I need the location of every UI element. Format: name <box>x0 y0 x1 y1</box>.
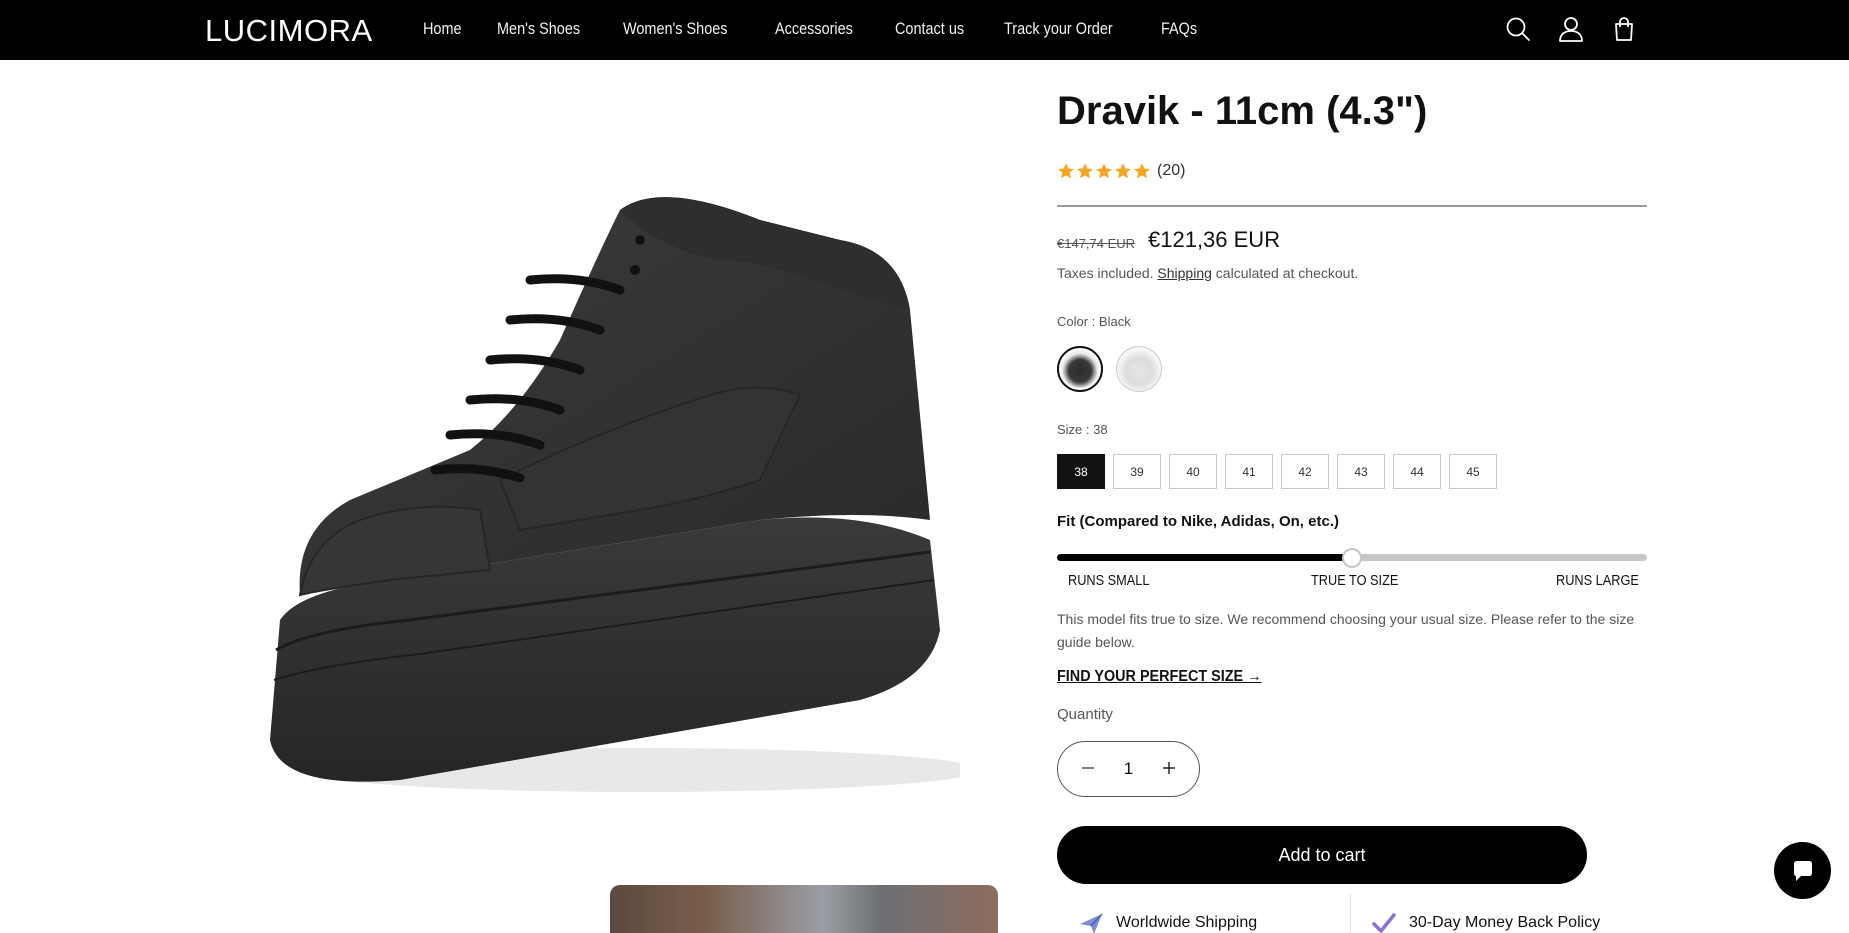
product-rating[interactable]: (20) <box>1057 162 1185 180</box>
fit-label-runs-small: RUNS SMALL <box>1068 572 1150 589</box>
star-icon <box>1058 163 1074 179</box>
perk-shipping: Worldwide Shipping <box>1078 910 1257 933</box>
size-guide-link[interactable]: FIND YOUR PERFECT SIZE → <box>1057 668 1262 686</box>
size-option-41[interactable]: 41 <box>1225 454 1273 489</box>
minus-icon <box>1082 766 1094 769</box>
plane-icon <box>1080 913 1103 933</box>
perk-divider <box>1350 894 1351 933</box>
add-to-cart-button[interactable]: Add to cart <box>1057 826 1587 884</box>
fit-label-runs-large: RUNS LARGE <box>1556 572 1639 589</box>
nav-mens-shoes[interactable]: Men's Shoes <box>497 19 580 39</box>
size-option-42[interactable]: 42 <box>1281 454 1329 489</box>
size-option-39[interactable]: 39 <box>1113 454 1161 489</box>
compare-at-price: €147,74 EUR <box>1057 236 1136 251</box>
quantity-increase-button[interactable] <box>1155 755 1183 783</box>
size-label: Size : 38 <box>1057 422 1108 437</box>
cart-icon[interactable] <box>1610 15 1638 43</box>
quantity-stepper: 1 <box>1057 741 1200 797</box>
tax-suffix: calculated at checkout. <box>1215 265 1359 281</box>
quantity-label: Quantity <box>1057 706 1113 723</box>
size-option-44[interactable]: 44 <box>1393 454 1441 489</box>
product-image[interactable] <box>240 180 980 800</box>
search-icon[interactable] <box>1504 15 1532 43</box>
nav-track-order[interactable]: Track your Order <box>1004 19 1113 39</box>
perk-money-back-label: 30-Day Money Back Policy <box>1409 914 1601 931</box>
shipping-link[interactable]: Shipping <box>1157 265 1212 281</box>
star-icon <box>1134 163 1150 179</box>
site-header: LUCIMORA Home Men's Shoes Women's Shoes … <box>0 0 1849 60</box>
main-nav: Home Men's Shoes Women's Shoes Accessori… <box>423 19 1232 39</box>
size-option-43[interactable]: 43 <box>1337 454 1385 489</box>
account-icon[interactable] <box>1557 15 1585 43</box>
size-option-40[interactable]: 40 <box>1169 454 1217 489</box>
product-title: Dravik - 11cm (4.3") <box>1057 89 1428 133</box>
chat-icon <box>1793 860 1812 881</box>
quantity-decrease-button[interactable] <box>1074 755 1102 783</box>
nav-womens-shoes[interactable]: Women's Shoes <box>623 19 727 39</box>
star-icon <box>1115 163 1131 179</box>
logo[interactable]: LUCIMORA <box>205 13 373 49</box>
product-image-secondary[interactable] <box>610 885 998 933</box>
star-icon <box>1077 163 1093 179</box>
rating-stars <box>1057 162 1152 180</box>
nav-contact-us[interactable]: Contact us <box>895 19 964 39</box>
divider <box>1057 205 1647 207</box>
sale-price: €121,36 EUR <box>1148 227 1281 252</box>
quantity-input[interactable]: 1 <box>1124 759 1133 779</box>
star-icon <box>1096 163 1112 179</box>
check-icon <box>1372 913 1396 933</box>
color-swatch-black[interactable] <box>1057 346 1103 392</box>
chat-button[interactable] <box>1774 842 1831 899</box>
color-swatch-white[interactable] <box>1116 346 1162 392</box>
size-option-38[interactable]: 38 <box>1057 454 1105 489</box>
rating-count[interactable]: (20) <box>1157 162 1185 180</box>
fit-slider-fill <box>1057 554 1352 561</box>
fit-slider <box>1057 548 1647 568</box>
nav-accessories[interactable]: Accessories <box>775 19 853 39</box>
size-selector: 38 39 40 41 42 43 44 45 <box>1057 454 1505 489</box>
nav-faqs[interactable]: FAQs <box>1161 19 1197 39</box>
tax-note: Taxes included. Shipping calculated at c… <box>1057 265 1358 281</box>
color-label: Color : Black <box>1057 314 1131 329</box>
perk-shipping-label: Worldwide Shipping <box>1116 914 1258 931</box>
tax-prefix: Taxes included. <box>1057 265 1154 281</box>
fit-label-true-to-size: TRUE TO SIZE <box>1311 572 1399 589</box>
plus-icon <box>1163 761 1175 774</box>
fit-title: Fit (Compared to Nike, Adidas, On, etc.) <box>1057 513 1339 530</box>
perk-money-back: 30-Day Money Back Policy <box>1371 910 1600 933</box>
fit-description: This model fits true to size. We recomme… <box>1057 611 1635 650</box>
fit-slider-knob <box>1342 548 1362 568</box>
nav-home[interactable]: Home <box>423 19 462 39</box>
size-option-45[interactable]: 45 <box>1449 454 1497 489</box>
